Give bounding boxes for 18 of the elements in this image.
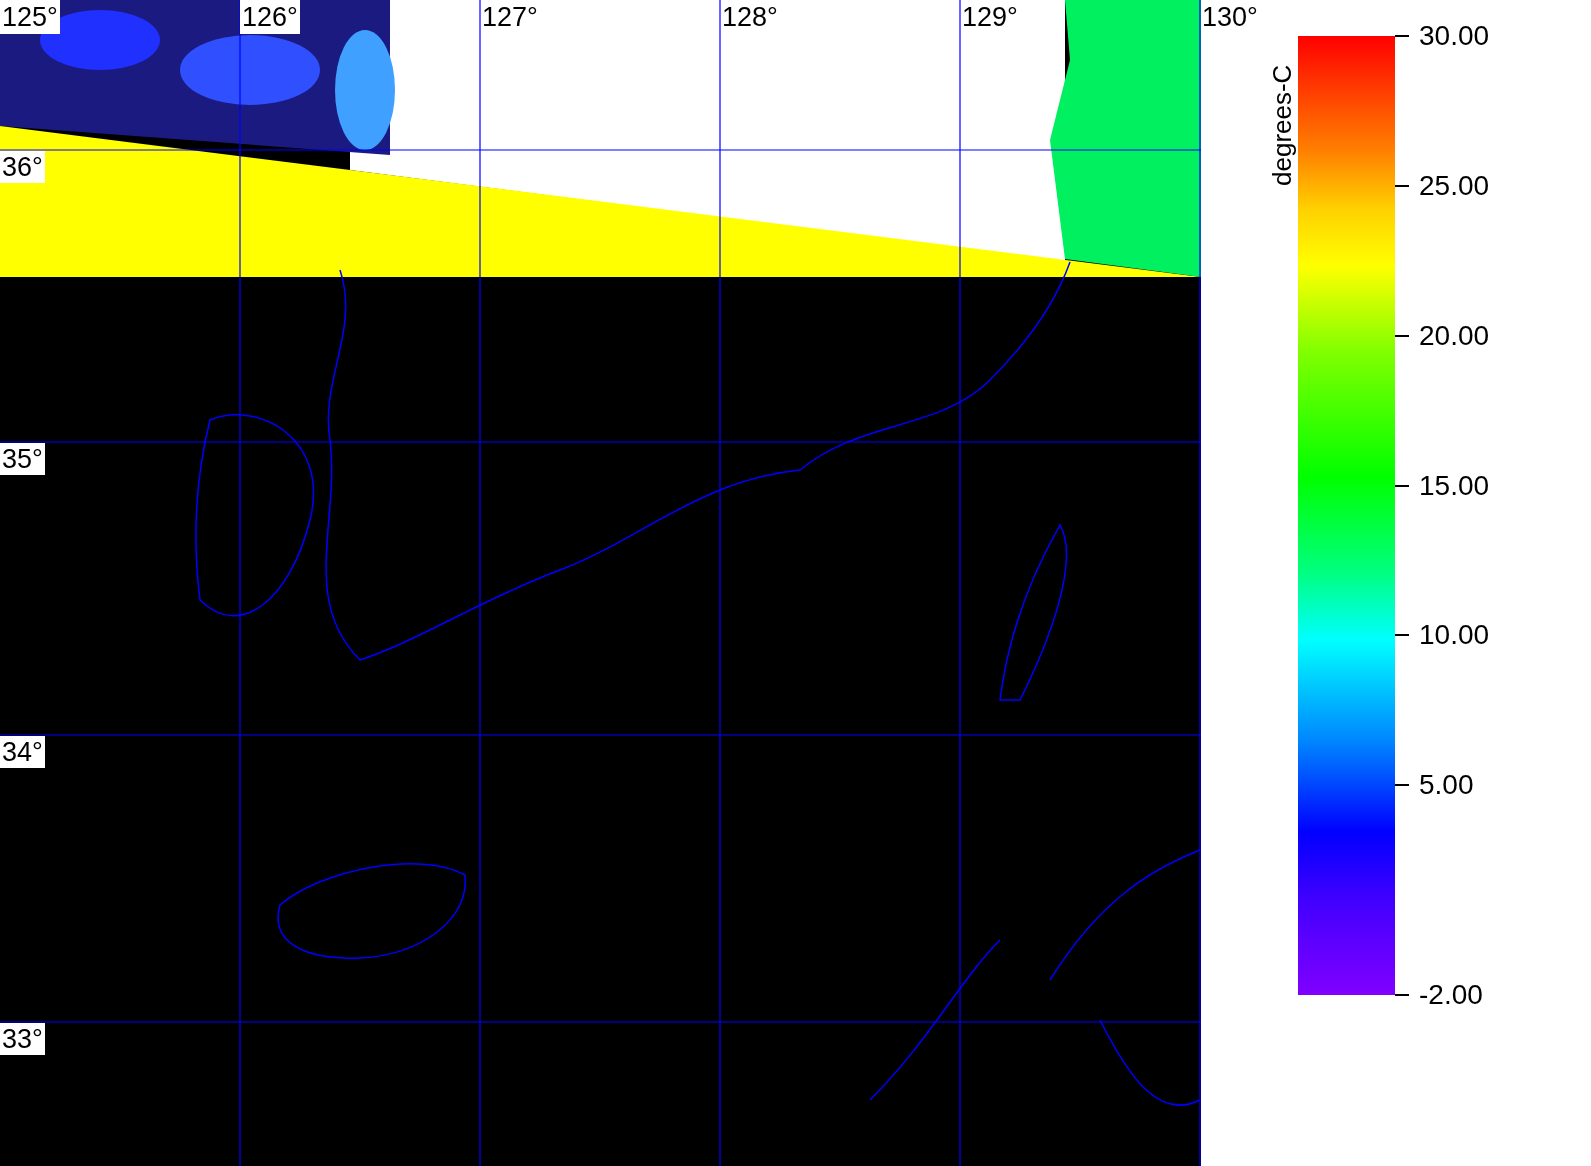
longitude-label: 126° [240, 0, 300, 34]
longitude-label: 128° [721, 1, 779, 34]
tick-label: 15.00 [1419, 469, 1490, 502]
latitude-label: 35° [0, 443, 45, 475]
longitude-label: 130° [1201, 1, 1259, 34]
tick-label: 20.00 [1419, 319, 1490, 352]
tick-label: 25.00 [1419, 169, 1490, 202]
latitude-label: 36° [0, 151, 45, 183]
longitude-label: 129° [961, 1, 1019, 34]
latitude-label: 34° [0, 736, 45, 768]
tick-label: 5.00 [1419, 769, 1474, 802]
longitude-label: 125° [0, 0, 60, 34]
tick-label: -2.00 [1419, 979, 1483, 1011]
colorbar-title: degrees-C [1267, 64, 1298, 186]
longitude-label: 127° [481, 1, 539, 34]
tick-label: 30.00 [1419, 20, 1490, 52]
tick-label: 10.00 [1419, 619, 1490, 652]
latitude-label: 33° [0, 1023, 45, 1055]
